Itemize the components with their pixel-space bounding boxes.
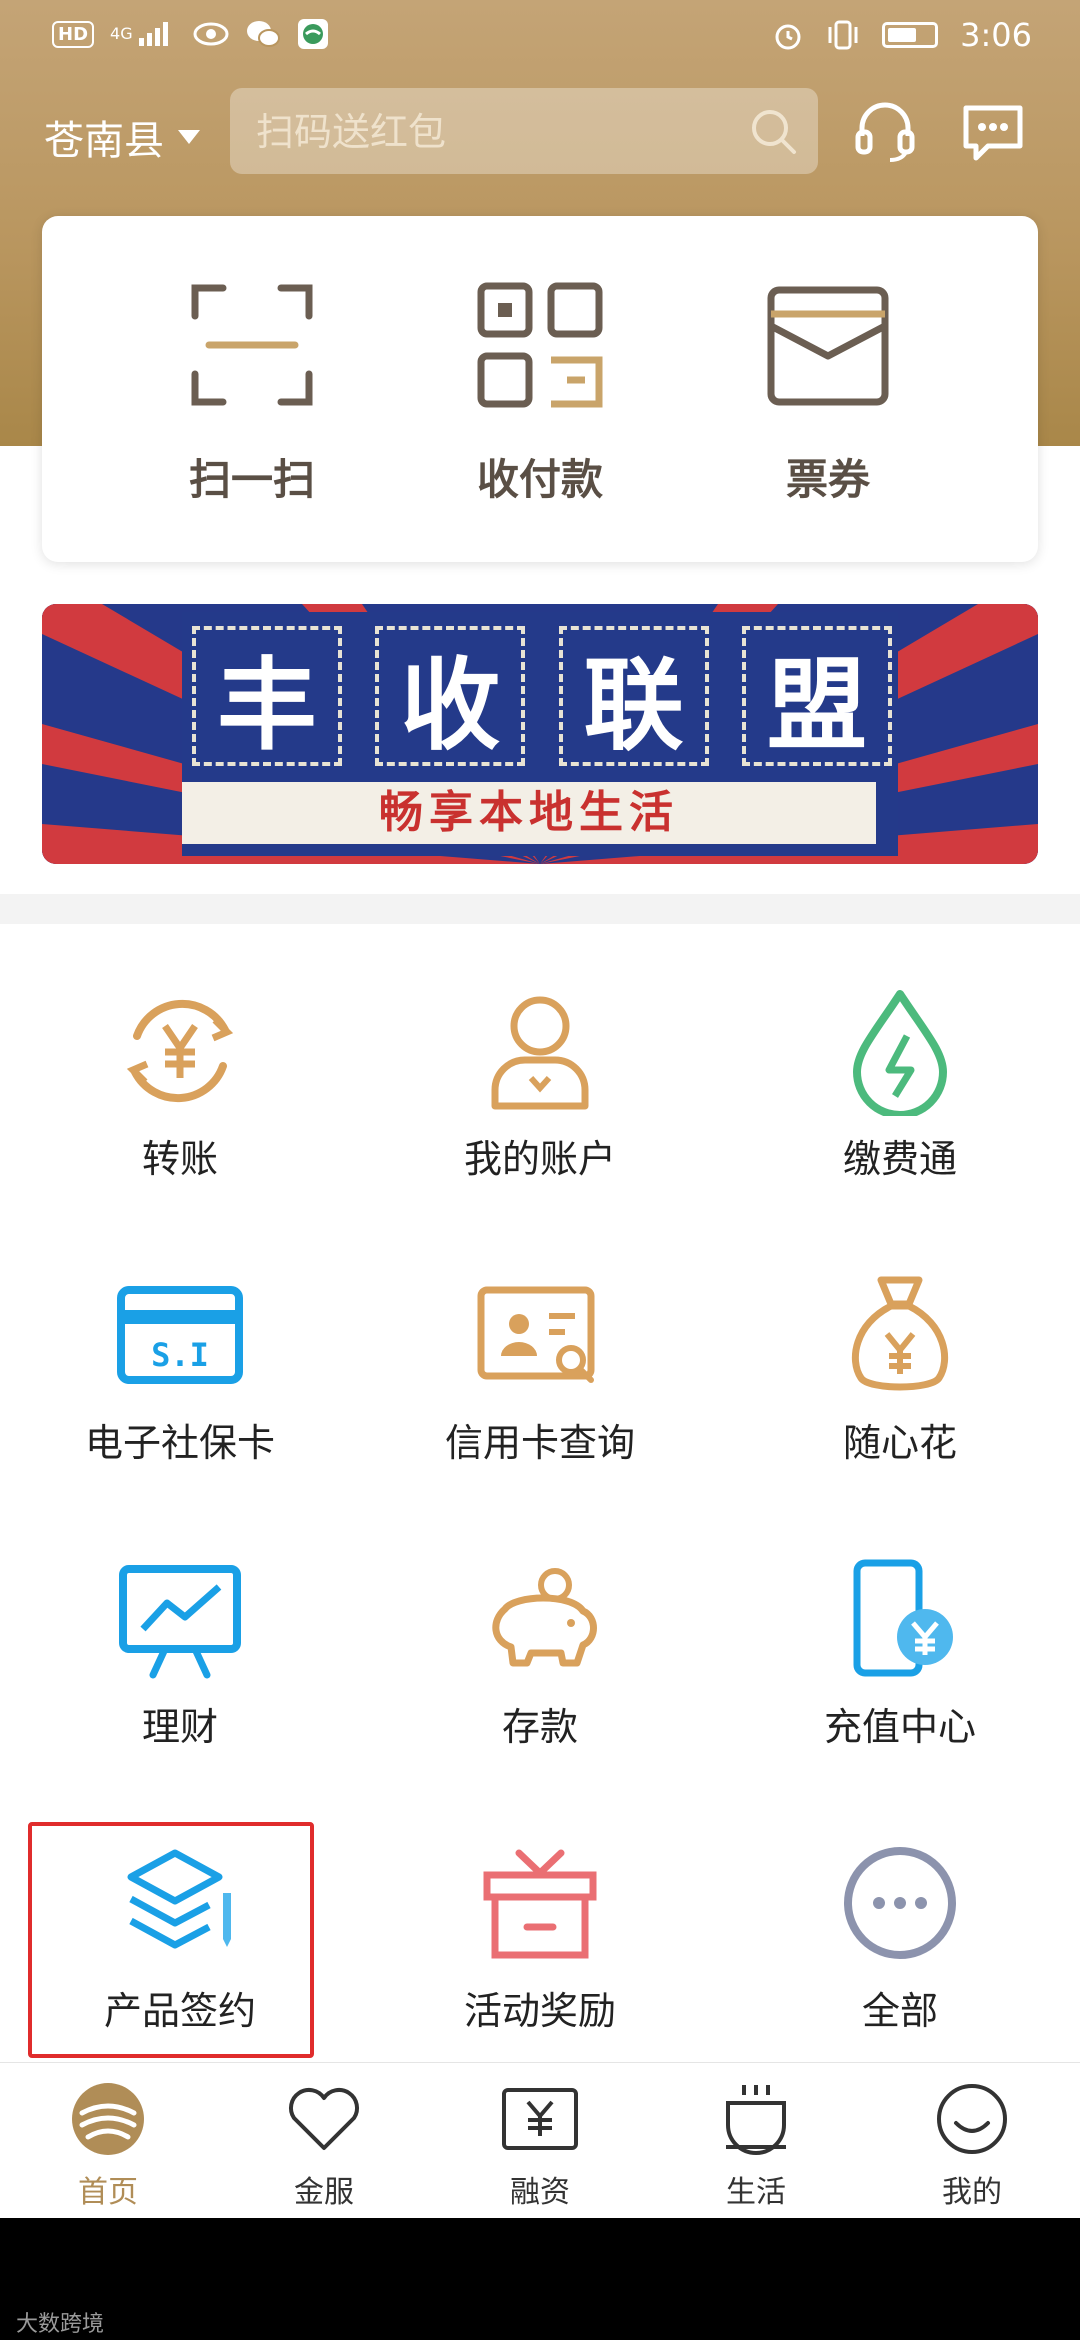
- banner-title-char: 盟: [741, 626, 892, 766]
- message-icon[interactable]: [958, 96, 1028, 166]
- status-bar: HD 4G 3:06: [0, 0, 1080, 74]
- transfer-icon: [115, 986, 245, 1120]
- tab-label: 生活: [726, 2175, 786, 2210]
- more-icon: [835, 1843, 965, 1967]
- location-label: 苍南县: [44, 118, 164, 164]
- my-account-button[interactable]: 我的账户: [360, 988, 720, 1183]
- tab-life[interactable]: 生活: [648, 2081, 864, 2211]
- quick-action-label: 收付款: [476, 455, 603, 504]
- tab-label: 金服: [294, 2175, 354, 2210]
- location-selector[interactable]: 苍南县: [44, 108, 200, 166]
- grid-item-label: 我的账户: [463, 1137, 616, 1181]
- account-icon: [475, 986, 605, 1120]
- eye-icon: [193, 21, 229, 47]
- signal-icon: 4G: [110, 20, 177, 48]
- phone-recharge-icon: [835, 1559, 965, 1683]
- tab-label: 我的: [942, 2175, 1002, 2210]
- tab-home[interactable]: 首页: [0, 2081, 216, 2211]
- quick-action-label: 票券: [785, 455, 870, 504]
- home-logo-icon: [70, 2081, 146, 2161]
- wealth-management-button[interactable]: 理财: [0, 1556, 360, 1751]
- alarm-icon: [772, 19, 804, 51]
- navigation-bar: [0, 2218, 1080, 2340]
- quick-action-label: 扫一扫: [188, 455, 315, 504]
- search-icon[interactable]: [748, 106, 798, 160]
- wechat-icon: [245, 19, 281, 49]
- banner-title-char: 丰: [192, 626, 342, 766]
- recharge-center-button[interactable]: 充值中心: [720, 1556, 1080, 1751]
- social-security-card-icon: S.I: [115, 1280, 245, 1394]
- watermark: 大数跨境: [16, 2312, 105, 2337]
- piggy-bank-icon: [475, 1559, 605, 1683]
- section-divider: [0, 894, 1080, 924]
- heart-icon: [286, 2084, 362, 2158]
- grid-item-label: 存款: [501, 1705, 578, 1749]
- grid-item-label: 电子社保卡: [84, 1421, 275, 1465]
- quick-actions-card: 扫一扫 收付款 票券: [42, 216, 1038, 562]
- coupon-icon: [763, 280, 893, 414]
- payment-drop-icon: [835, 986, 965, 1120]
- coupons-button[interactable]: 票券: [728, 280, 928, 507]
- banner-title-char: 收: [375, 626, 526, 766]
- grid-item-label: 理财: [141, 1705, 218, 1749]
- battery-icon: [882, 22, 939, 48]
- finance-chart-icon: [115, 1559, 245, 1683]
- search-bar[interactable]: [230, 88, 818, 176]
- banner-subtitle: 畅享本地生活: [182, 782, 876, 844]
- grid-item-label: 信用卡查询: [444, 1421, 635, 1465]
- grid-item-label: 活动奖励: [463, 1989, 616, 2033]
- smile-icon: [934, 2081, 1010, 2161]
- yuan-box-icon: [500, 2086, 580, 2156]
- promo-banner[interactable]: 丰 收 联 盟 畅享本地生活: [42, 604, 1038, 864]
- tab-label: 融资: [510, 2175, 570, 2210]
- scan-button[interactable]: 扫一扫: [152, 280, 352, 507]
- clock: 3:06: [960, 16, 1032, 54]
- grid-item-label: 随心花: [842, 1421, 957, 1465]
- all-services-button[interactable]: 全部: [720, 1840, 1080, 2035]
- gift-box-icon: [475, 1843, 605, 1967]
- tab-mine[interactable]: 我的: [864, 2081, 1080, 2211]
- vibrate-icon: [826, 19, 860, 51]
- tab-label: 首页: [78, 2175, 138, 2210]
- scan-icon: [187, 280, 317, 414]
- grid-item-label: 充值中心: [823, 1705, 976, 1749]
- social-security-card-button[interactable]: S.I 电子社保卡: [0, 1272, 360, 1467]
- customer-service-icon[interactable]: [850, 96, 920, 166]
- grid-item-label: 转账: [141, 1137, 218, 1181]
- network-type: 4G: [110, 24, 133, 43]
- banner-title-char: 联: [558, 626, 709, 766]
- flexible-spend-button[interactable]: 随心花: [720, 1272, 1080, 1467]
- search-input[interactable]: [254, 88, 728, 176]
- transfer-button[interactable]: 转账: [0, 988, 360, 1183]
- grid-item-label: 缴费通: [842, 1137, 957, 1181]
- activity-rewards-button[interactable]: 活动奖励: [360, 1840, 720, 2035]
- hd-badge: HD: [52, 20, 95, 48]
- bill-payment-button[interactable]: 缴费通: [720, 988, 1080, 1183]
- svg-text:S.I: S.I: [151, 1336, 209, 1374]
- money-bag-icon: [835, 1270, 965, 1404]
- credit-card-query-icon: [475, 1280, 605, 1394]
- qr-code-icon: [475, 280, 605, 414]
- grid-item-label: 全部: [861, 1989, 938, 2033]
- deposit-button[interactable]: 存款: [360, 1556, 720, 1751]
- highlight-box: [28, 1822, 314, 2058]
- credit-card-query-button[interactable]: 信用卡查询: [360, 1272, 720, 1467]
- bottom-tab-bar: 首页 金服 融资 生活 我的: [0, 2062, 1080, 2219]
- cup-icon: [718, 2081, 794, 2161]
- app-notification-icon: [297, 18, 329, 50]
- tab-financial[interactable]: 金服: [216, 2081, 432, 2211]
- tab-financing[interactable]: 融资: [432, 2081, 648, 2211]
- collect-pay-button[interactable]: 收付款: [440, 280, 640, 507]
- dropdown-arrow-icon: [178, 130, 200, 144]
